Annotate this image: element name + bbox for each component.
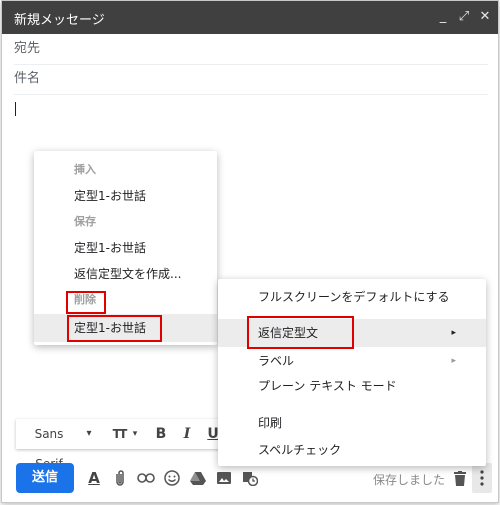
delete-template-item[interactable]: 定型1-お世話 [34, 314, 217, 342]
drive-icon[interactable] [186, 463, 210, 493]
saved-status: 保存しました [373, 473, 446, 487]
more-options-icon[interactable] [472, 463, 492, 493]
format-text-icon[interactable]: A [82, 463, 106, 493]
plain-text-mode-label: プレーン テキスト モード [258, 379, 397, 393]
text-size-icon[interactable]: TT [108, 419, 130, 449]
insert-header: 挿入 [74, 163, 96, 176]
bold-button[interactable]: B [150, 419, 172, 449]
close-icon[interactable]: ✕ [476, 7, 494, 27]
submenu-arrow-icon: ▸ [451, 356, 456, 366]
spell-check-label: スペルチェック [258, 443, 342, 457]
spell-check-item[interactable]: スペルチェック [218, 436, 486, 464]
size-chevron-icon[interactable]: ▾ [130, 419, 140, 449]
fullscreen-default-item[interactable]: フルスクリーンをデフォルトにする [218, 283, 486, 311]
trash-icon[interactable] [448, 463, 472, 493]
print-item[interactable]: 印刷 [218, 409, 486, 437]
italic-button[interactable]: I [176, 419, 198, 449]
compose-title: 新規メッセージ [14, 13, 105, 28]
to-label: 宛先 [14, 41, 41, 56]
formatting-toolbar: Sans Serif ▾ TT ▾ B I U [16, 419, 236, 471]
label-item-label: ラベル [258, 354, 295, 368]
chevron-down-icon[interactable]: ▾ [82, 419, 96, 449]
link-icon[interactable] [134, 463, 158, 493]
to-field[interactable]: 宛先 [14, 34, 488, 65]
subject-label: 件名 [14, 71, 41, 86]
photo-icon[interactable] [212, 463, 236, 493]
submenu-arrow-icon: ▸ [451, 328, 456, 338]
more-options-menu: フルスクリーンをデフォルトにする 返信定型文 ▸ ラベル ▸ プレーン テキスト… [218, 279, 486, 466]
font-selector[interactable]: Sans Serif [22, 419, 76, 471]
save-template-item[interactable]: 定型1-お世話 [34, 234, 217, 262]
new-canned-response-item[interactable]: 返信定型文を作成... [34, 260, 217, 288]
subject-field[interactable]: 件名 [14, 64, 488, 95]
send-button[interactable]: 送信 [16, 463, 74, 493]
canned-responses-item[interactable]: 返信定型文 ▸ [218, 319, 486, 347]
compose-titlebar[interactable]: 新規メッセージ _ ⤢ ✕ [2, 1, 498, 34]
schedule-icon[interactable] [238, 463, 262, 493]
canned-responses-label: 返信定型文 [258, 326, 319, 340]
save-header: 保存 [74, 215, 96, 228]
attach-icon[interactable] [108, 463, 132, 493]
canned-responses-submenu: 挿入 定型1-お世話 保存 定型1-お世話 返信定型文を作成... 削除 定型1… [34, 151, 217, 345]
emoji-icon[interactable] [160, 463, 184, 493]
delete-header: 削除 [74, 293, 96, 306]
insert-template-item[interactable]: 定型1-お世話 [34, 182, 217, 210]
print-label: 印刷 [258, 416, 283, 430]
fullscreen-default-label: フルスクリーンをデフォルトにする [258, 290, 450, 304]
plain-text-mode-item[interactable]: プレーン テキスト モード [218, 372, 486, 400]
popout-icon[interactable]: ⤢ [455, 7, 473, 27]
label-item[interactable]: ラベル ▸ [218, 347, 486, 375]
minimize-icon[interactable]: _ [434, 7, 452, 27]
